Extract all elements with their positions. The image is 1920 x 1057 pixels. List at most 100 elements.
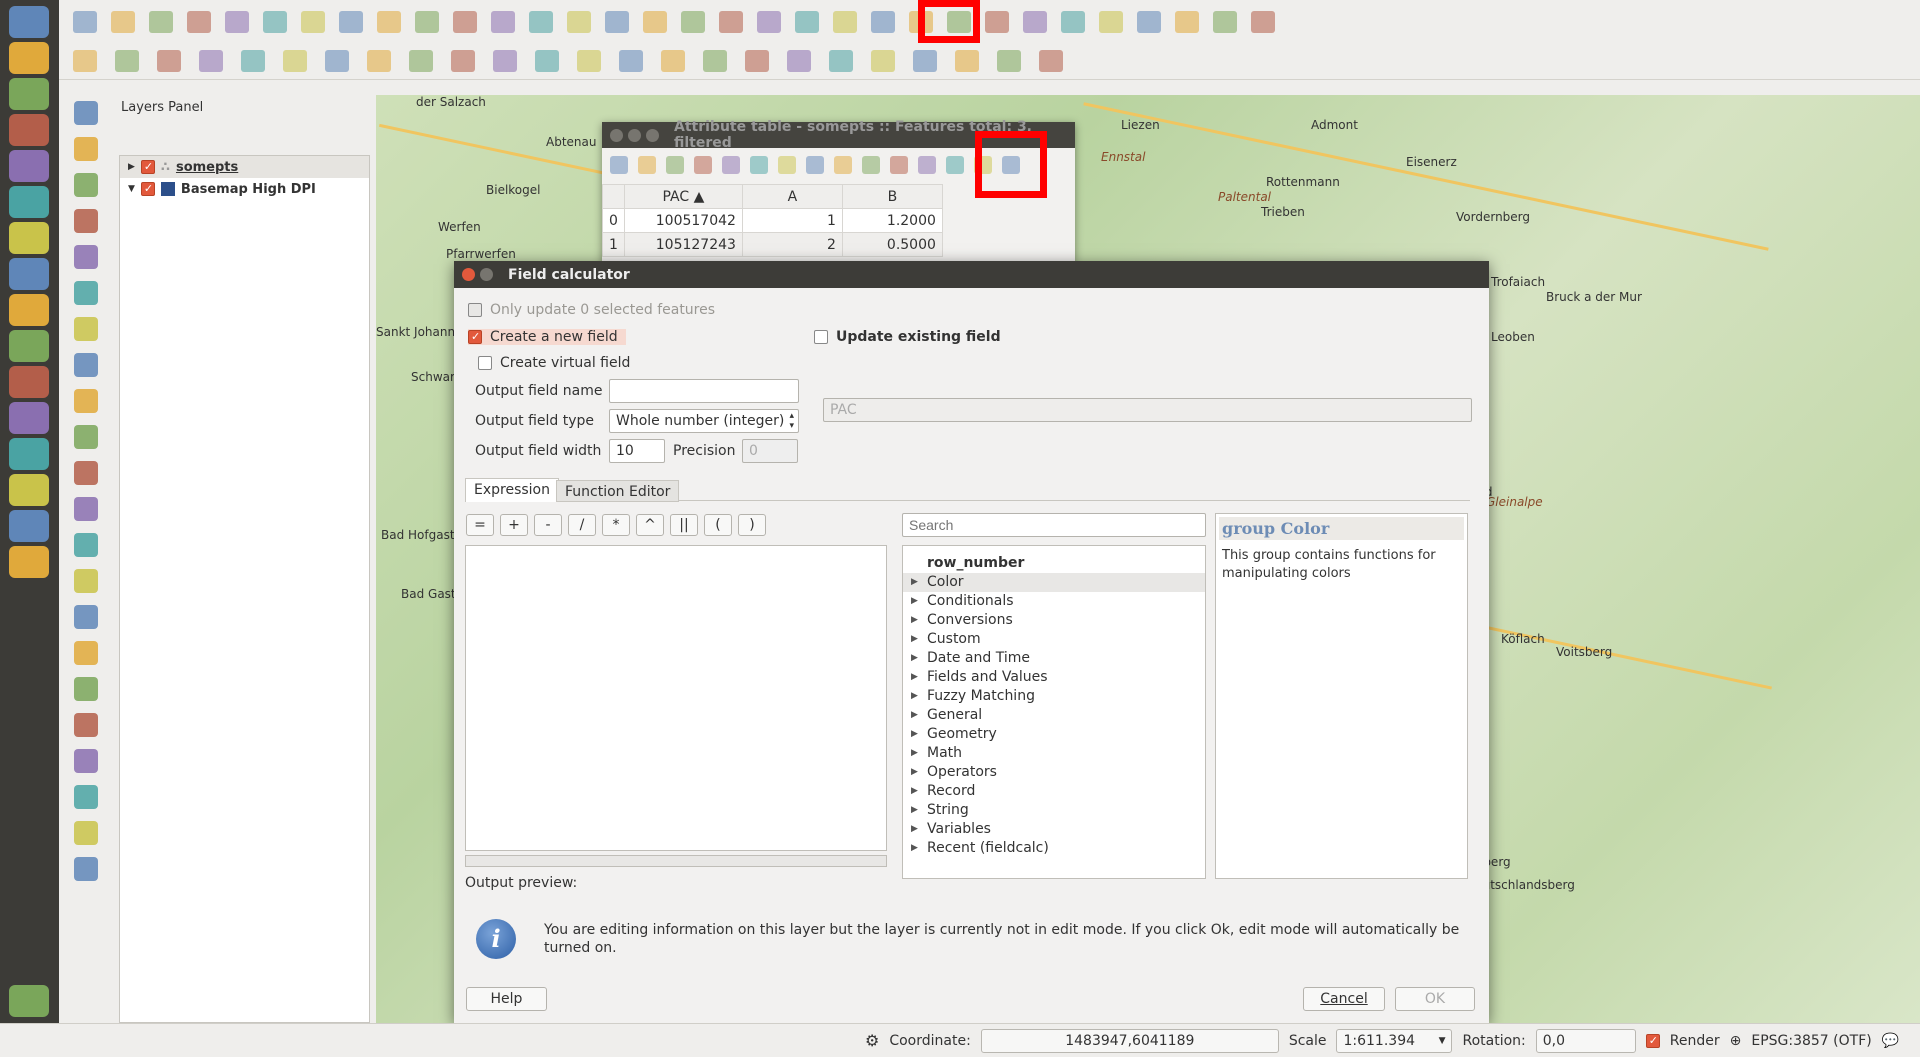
expand-arrow-icon[interactable]: ▶ xyxy=(911,687,919,706)
operator-button[interactable]: - xyxy=(534,514,562,536)
delete-selected-icon[interactable] xyxy=(325,50,349,72)
zoom-to-selection-icon[interactable] xyxy=(529,10,553,33)
system-settings-icon[interactable] xyxy=(9,78,49,110)
function-group-item[interactable]: ▶ String xyxy=(903,801,1205,820)
zoom-to-layer-icon[interactable] xyxy=(567,10,591,33)
spotify-icon[interactable] xyxy=(9,258,49,290)
move-feature-icon[interactable] xyxy=(241,50,265,72)
zoom-last-icon[interactable] xyxy=(605,10,629,33)
pan-to-selection-icon[interactable] xyxy=(834,156,852,174)
add-delimited-icon[interactable] xyxy=(74,425,98,449)
function-group-item[interactable]: ▶ Date and Time xyxy=(903,649,1205,668)
filezilla-icon[interactable] xyxy=(9,186,49,218)
files-icon[interactable] xyxy=(9,150,49,182)
cut-icon[interactable] xyxy=(367,50,391,72)
function-group-item[interactable]: ▶ Variables xyxy=(903,820,1205,839)
open-icon[interactable] xyxy=(111,10,135,33)
messages-icon[interactable]: 💬 xyxy=(1882,1033,1899,1049)
function-group-item[interactable]: ▶ Geometry xyxy=(903,725,1205,744)
precision-spinbox[interactable]: 0 xyxy=(742,439,798,463)
topology-icon[interactable] xyxy=(74,677,98,701)
refresh-icon[interactable] xyxy=(681,10,705,33)
tab-expression[interactable]: Expression xyxy=(465,478,559,502)
operator-button[interactable]: ^ xyxy=(636,514,664,536)
add-oracle-icon[interactable] xyxy=(74,281,98,305)
new-column-icon[interactable] xyxy=(946,156,964,174)
zoom-out-icon[interactable] xyxy=(415,10,439,33)
dash-icon[interactable] xyxy=(9,6,49,38)
operator-button[interactable]: + xyxy=(500,514,528,536)
label-icon[interactable] xyxy=(493,50,517,72)
expand-arrow-icon[interactable]: ▶ xyxy=(911,668,919,687)
function-group-item[interactable]: ▶ Math xyxy=(903,744,1205,763)
add-wfs-icon[interactable] xyxy=(74,389,98,413)
new-bookmark-icon[interactable] xyxy=(1099,10,1123,33)
minimize-button[interactable] xyxy=(480,268,493,281)
invert-selection-icon[interactable] xyxy=(778,156,796,174)
maximize-button[interactable] xyxy=(646,129,659,142)
save-edits-icon[interactable] xyxy=(157,50,181,72)
add-postgis-icon[interactable] xyxy=(74,173,98,197)
horizontal-scrollbar[interactable] xyxy=(465,855,887,867)
expand-arrow-icon[interactable]: ▶ xyxy=(911,706,919,725)
table-icon[interactable] xyxy=(997,50,1021,72)
function-group-item[interactable]: ▶ Operators xyxy=(903,763,1205,782)
coordinate-toggle-icon[interactable]: ⚙ xyxy=(865,1031,879,1050)
expand-arrow-icon[interactable] xyxy=(911,554,919,573)
label-pin-icon[interactable] xyxy=(535,50,559,72)
plugin-icon[interactable] xyxy=(74,821,98,845)
layer-item-somepts[interactable]: ▶∴somepts xyxy=(120,156,369,178)
function-group-item[interactable]: ▶ Record xyxy=(903,782,1205,801)
output-field-width-spinbox[interactable]: 10 xyxy=(609,439,665,463)
operator-button[interactable]: * xyxy=(602,514,630,536)
zoom-to-selection-icon[interactable] xyxy=(806,156,824,174)
add-mssql-icon[interactable] xyxy=(74,245,98,269)
trash-icon[interactable] xyxy=(9,985,49,1017)
function-group-item[interactable]: ▶ Conditionals xyxy=(903,592,1205,611)
deselect-icon[interactable] xyxy=(833,10,857,33)
scale-combobox[interactable]: 1:611.394 ▼ xyxy=(1336,1028,1453,1053)
close-button[interactable] xyxy=(462,268,475,281)
steam-icon[interactable] xyxy=(9,294,49,326)
render-checkbox[interactable] xyxy=(1645,1033,1660,1048)
delete-column-icon[interactable] xyxy=(918,156,936,174)
zoom-next-icon[interactable] xyxy=(643,10,667,33)
show-bookmarks-icon[interactable] xyxy=(1137,10,1161,33)
python-icon[interactable] xyxy=(9,546,49,578)
table-row[interactable]: 1 105127243 2 0.5000 xyxy=(602,232,943,257)
expand-arrow-icon[interactable]: ▶ xyxy=(911,744,919,763)
function-group-item[interactable]: ▶ Recent (fieldcalc) xyxy=(903,839,1205,858)
digitize-icon[interactable] xyxy=(871,50,895,72)
function-group-item[interactable]: ▶ Fuzzy Matching xyxy=(903,687,1205,706)
processing-icon[interactable] xyxy=(913,50,937,72)
rotation-spinbox[interactable]: 0,0 xyxy=(1535,1028,1636,1053)
operator-button[interactable]: || xyxy=(670,514,698,536)
label-change-icon[interactable] xyxy=(703,50,727,72)
update-existing-field-checkbox[interactable]: Update existing field xyxy=(814,329,1001,345)
save-icon[interactable] xyxy=(149,10,173,33)
add-feature-icon[interactable] xyxy=(199,50,223,72)
label-show-icon[interactable] xyxy=(577,50,601,72)
existing-field-select[interactable]: PAC xyxy=(823,398,1472,422)
delete-icon[interactable] xyxy=(666,156,684,174)
crs-icon[interactable]: ⊕ xyxy=(1730,1033,1742,1049)
zoom-native-icon[interactable] xyxy=(453,10,477,33)
label-rotate-icon[interactable] xyxy=(661,50,685,72)
crs-button[interactable]: EPSG:3857 (OTF) xyxy=(1751,1033,1871,1049)
coordinate-capture-icon[interactable] xyxy=(74,569,98,593)
expand-arrow-icon[interactable]: ▶ xyxy=(911,839,919,858)
coordinate-field[interactable]: 1483947,6041189 xyxy=(980,1028,1279,1053)
function-group-item[interactable]: ▶ Conversions xyxy=(903,611,1205,630)
copy-icon[interactable] xyxy=(409,50,433,72)
interpolation-icon[interactable] xyxy=(74,713,98,737)
r-icon[interactable] xyxy=(9,438,49,470)
zoom-full-icon[interactable] xyxy=(491,10,515,33)
composer-manager-icon[interactable] xyxy=(263,10,287,33)
expand-arrow-icon[interactable]: ▶ xyxy=(911,611,919,630)
expand-arrow-icon[interactable]: ▶ xyxy=(911,630,919,649)
edit-pencil-icon[interactable] xyxy=(115,50,139,72)
raster-calc-icon[interactable] xyxy=(74,749,98,773)
expression-select-icon[interactable] xyxy=(694,156,712,174)
chrome-icon[interactable] xyxy=(9,222,49,254)
tab-function-editor[interactable]: Function Editor xyxy=(556,480,680,502)
